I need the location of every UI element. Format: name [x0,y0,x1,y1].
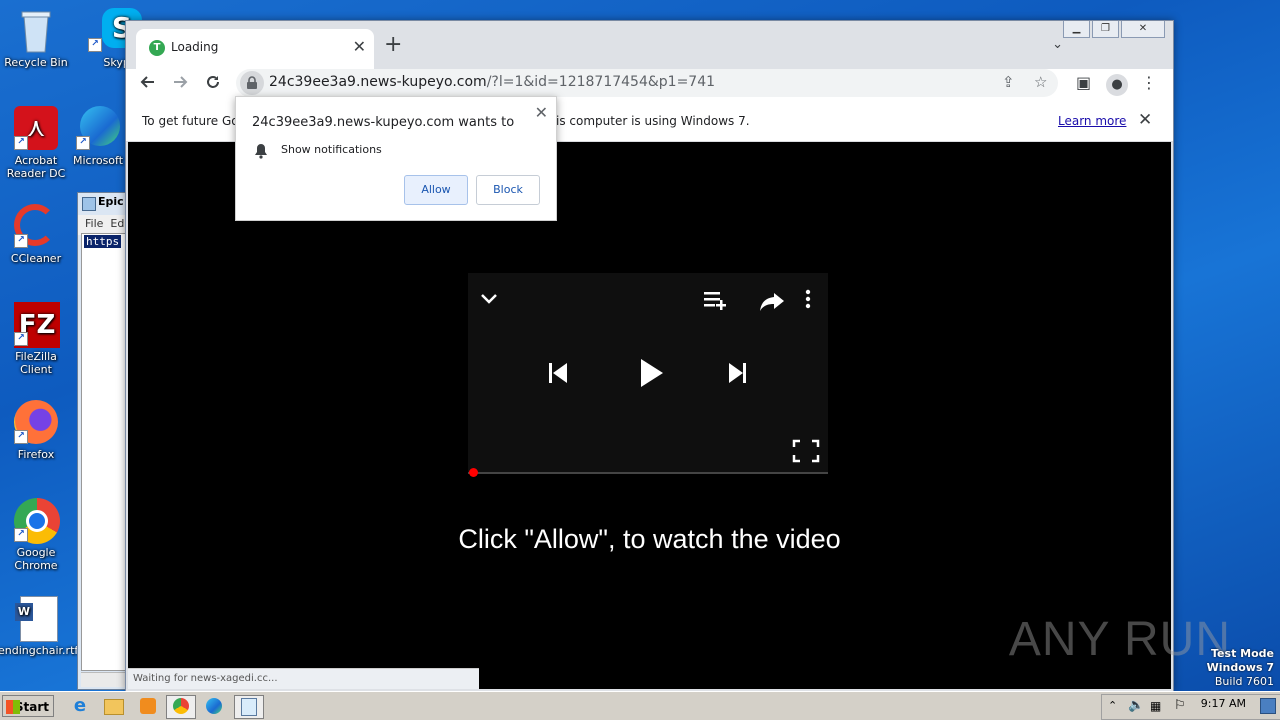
infobar-close-icon[interactable]: ✕ [1138,110,1152,130]
taskbar: Start e ⌃ 🔈 ▦ ⚐ 9:17 AM [0,691,1280,720]
progress-scrubber[interactable] [469,468,478,477]
taskbar-explorer-icon[interactable] [100,695,128,717]
allow-button[interactable]: Allow [404,175,468,205]
share-arrow-icon [760,293,784,311]
taskbar-notepad-icon[interactable] [234,695,264,719]
tab-title: Loading [171,40,219,54]
fake-video-player[interactable] [468,273,828,473]
desktop-icon-google-chrome[interactable]: ↗ Google Chrome [0,498,74,572]
word-document-icon: W [14,596,58,642]
action-center-flag-icon[interactable]: ⚐ [1174,698,1186,713]
permission-label: Show notifications [281,143,382,156]
notepad-menu[interactable]: File Ed [78,215,128,235]
taskbar-media-player-icon[interactable] [134,695,162,717]
start-button[interactable]: Start [2,695,54,717]
recycle-bin-icon [14,8,58,53]
taskbar-edge-icon[interactable] [200,695,228,717]
anyrun-watermark: ANY RUN [1008,613,1231,666]
video-progress-bar[interactable] [468,468,828,477]
call-to-action-text: Click "Allow", to watch the video [458,524,841,554]
filezilla-icon: FZ ↗ [14,302,60,348]
forward-button[interactable] [168,73,192,97]
desktop-icon-rtf-file[interactable]: W endingchair.rtf [0,596,78,657]
previous-track-icon [549,363,567,383]
clock[interactable]: 9:17 AM [1201,697,1246,710]
side-panel-icon[interactable]: ▣ [1076,73,1091,92]
notepad-titlebar[interactable]: Epic [78,193,128,215]
next-track-icon [729,363,746,383]
selected-text: https [84,235,122,248]
show-desktop-icon[interactable] [1260,698,1276,714]
lock-icon[interactable] [240,71,264,95]
volume-icon[interactable]: 🔈 [1128,698,1144,713]
chevron-down-icon [481,294,497,304]
desktop-icon-filezilla[interactable]: FZ ↗ FileZilla Client [0,302,74,376]
desktop-icon-firefox[interactable]: ↗ Firefox [0,400,74,461]
back-button[interactable] [136,73,160,97]
popup-origin-text: 24c39ee3a9.news-kupeyo.com wants to [252,115,515,130]
notepad-window[interactable]: Epic File Ed https [77,192,129,690]
block-button[interactable]: Block [476,175,540,205]
address-bar[interactable]: 24c39ee3a9.news-kupeyo.com/?l=1&id=12187… [236,69,1058,97]
infobar-text-left: To get future Go [142,114,239,128]
windows-logo-icon [6,700,20,714]
menu-kebab-icon[interactable]: ⋮ [1141,73,1157,92]
profile-avatar-icon[interactable]: ● [1106,73,1128,96]
taskbar-ie-icon[interactable]: e [66,695,94,717]
network-icon[interactable]: ▦ [1150,699,1161,713]
bookmark-star-icon[interactable]: ☆ [1034,73,1047,91]
edge-icon: ↗ [76,106,120,150]
taskbar-chrome-icon[interactable] [166,695,196,719]
url-text[interactable]: 24c39ee3a9.news-kupeyo.com/?l=1&id=12187… [269,74,715,90]
play-icon [641,359,663,387]
horizontal-scrollbar[interactable] [81,672,128,687]
tab-close-icon[interactable]: ✕ [353,37,366,56]
new-tab-button[interactable]: + [384,33,402,57]
bell-icon [255,144,267,159]
tab-favicon: T [149,40,165,56]
menu-edit[interactable]: Ed [110,217,124,230]
test-mode-text: Test Mode Windows 7 Build 7601 [1206,647,1274,688]
desktop-icon-recycle-bin[interactable]: Recycle Bin [0,8,74,69]
share-icon[interactable]: ⇪ [1002,73,1015,91]
firefox-icon: ↗ [14,400,58,444]
learn-more-link[interactable]: Learn more [1058,114,1126,128]
ccleaner-icon: ↗ [14,204,58,248]
notepad-icon [82,197,96,211]
page-content: Click "Allow", to watch the video ANY RU… [128,142,1230,689]
desktop-icon-ccleaner[interactable]: ↗ CCleaner [0,204,74,265]
notepad-text-area[interactable]: https [81,233,128,671]
forward-arrow-icon [174,76,188,88]
fullscreen-icon [792,439,820,463]
tab-search-chevron-icon[interactable]: ⌄ [1052,37,1063,52]
reload-icon [207,76,219,88]
infobar-text-right: is computer is using Windows 7. [556,114,750,128]
menu-file[interactable]: File [85,217,103,230]
acrobat-icon: ⋏ ↗ [14,106,58,150]
back-arrow-icon [140,76,154,88]
tab-loading[interactable]: T Loading ✕ [136,29,374,69]
notification-permission-popup: 24c39ee3a9.news-kupeyo.com wants to ✕ Sh… [235,96,557,221]
more-vert-icon [805,289,811,309]
popup-close-icon[interactable]: ✕ [535,103,548,122]
reload-button[interactable] [201,73,225,97]
show-hidden-icons-chevron-icon[interactable]: ⌃ [1108,699,1117,712]
tab-strip: T Loading ✕ + ⌄ [126,21,1173,69]
status-bubble: Waiting for news-xagedi.cc... [128,668,479,689]
system-tray: ⌃ 🔈 ▦ ⚐ [1101,694,1280,720]
add-to-queue-icon [704,292,726,310]
chrome-icon: ↗ [14,498,60,544]
